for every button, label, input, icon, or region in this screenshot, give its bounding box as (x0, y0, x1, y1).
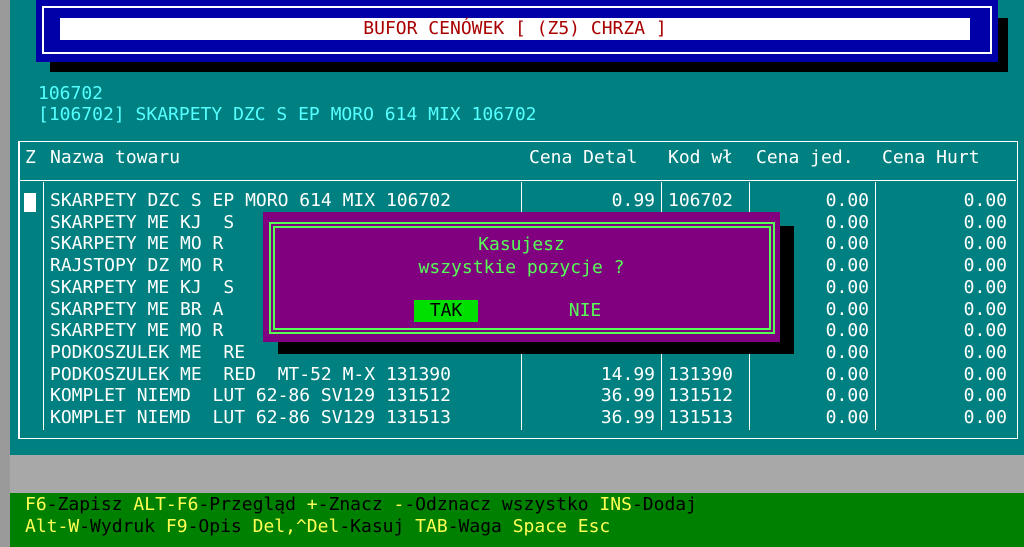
dialog-message-line2: wszystkie pozycje ? (418, 257, 625, 278)
hotkey-label: -Waga (447, 516, 513, 537)
cell-name: PODKOSZULEK ME RED MT-52 M-X 131390 (50, 363, 451, 385)
cell-wholesale-price: 0.00 (963, 298, 1007, 320)
no-button[interactable]: NIE (560, 300, 610, 322)
cell-wholesale-price: 0.00 (963, 276, 1007, 298)
cell-name: SKARPETY ME MO R (50, 233, 224, 255)
yes-button[interactable]: TAK (414, 300, 478, 322)
hotkey-label: -Wydruk (79, 516, 166, 537)
cell-retail-price: 0.99 (611, 190, 655, 211)
cell-name: SKARPETY ME KJ S (50, 211, 235, 233)
product-code: 106702 (38, 83, 104, 104)
col-header-code: Kod wł (668, 147, 734, 168)
cell-wholesale-price: 0.00 (963, 407, 1007, 428)
hotkey-label: -Kasuj (339, 516, 416, 537)
cell-wholesale-price: 0.00 (963, 363, 1007, 385)
hotkey-key[interactable]: F6 (25, 494, 47, 515)
cell-code: 106702 (668, 190, 734, 211)
cell-name: PODKOSZULEK ME RE (50, 341, 246, 363)
window-edge (0, 0, 10, 547)
cell-name: KOMPLET NIEMD LUT 62-86 SV129 131512 (50, 385, 451, 407)
cell-unit-price: 0.00 (825, 363, 869, 385)
cell-name: SKARPETY ME BR A (50, 298, 224, 320)
hotkey-key[interactable]: + (307, 494, 318, 515)
col-header-wholesale-price: Cena Hurt (882, 147, 980, 168)
cell-wholesale-price: 0.00 (963, 233, 1007, 255)
hotkey-label: -Zapisz (46, 494, 134, 515)
hotkey-key[interactable]: ALT-F6 (133, 494, 198, 515)
separator-band (10, 455, 1024, 495)
hotkey-line-2: Alt-W-Wydruk F9-Opis Del,^Del-Kasuj TAB-… (25, 516, 610, 538)
hotkey-label: -Opis (187, 516, 253, 537)
cell-wholesale-price: 0.00 (963, 211, 1007, 233)
cell-wholesale-price: 0.00 (963, 385, 1007, 407)
cell-name: SKARPETY ME KJ S (50, 276, 235, 298)
hotkey-key[interactable]: - (394, 494, 405, 515)
cell-retail-price: 36.99 (600, 385, 655, 407)
hotkey-key[interactable]: Del,^Del (253, 516, 340, 537)
cell-unit-price: 0.00 (825, 190, 869, 211)
cell-unit-price: 0.00 (825, 407, 869, 428)
hotkey-key[interactable]: TAB (415, 516, 448, 537)
cell-name: KOMPLET NIEMD LUT 62-86 SV129 131513 (50, 407, 451, 428)
cell-unit-price: 0.00 (825, 385, 869, 407)
hotkey-key[interactable]: Alt-W (25, 516, 79, 537)
hotkey-key[interactable]: Space Esc (513, 516, 611, 537)
hotkey-label: -Dodaj (631, 494, 697, 515)
cell-code: 131513 (668, 407, 734, 428)
dialog-message-line1: Kasujesz (478, 234, 565, 255)
cell-name: RAJSTOPY DZ MO R (50, 255, 224, 277)
header-divider (20, 180, 1016, 181)
hotkey-label: -Znacz (317, 494, 394, 515)
cell-code: 131390 (668, 363, 734, 385)
cell-name: SKARPETY DZC S EP MORO 614 MIX 106702 (50, 190, 451, 211)
cell-wholesale-price: 0.00 (963, 190, 1007, 211)
col-header-retail-price: Cena Detal (529, 147, 638, 168)
cell-retail-price: 36.99 (600, 407, 655, 428)
cell-name: SKARPETY ME MO R (50, 320, 224, 342)
hotkey-label: -Przegląd (198, 494, 307, 515)
col-header-z: Z (25, 147, 36, 168)
col-header-unit-price: Cena jed. (756, 147, 854, 168)
cell-code: 131512 (668, 385, 734, 407)
cell-wholesale-price: 0.00 (963, 320, 1007, 342)
cell-retail-price: 14.99 (600, 363, 655, 385)
selected-product: [106702] SKARPETY DZC S EP MORO 614 MIX … (38, 104, 537, 125)
page-title: BUFOR CENÓWEK [ (Z5) CHRZA ] (60, 18, 970, 40)
hotkey-key[interactable]: F9 (166, 516, 188, 537)
cell-wholesale-price: 0.00 (963, 255, 1007, 277)
hotkey-line-1: F6-Zapisz ALT-F6-Przegląd +-Znacz --Odzn… (25, 494, 697, 516)
cell-wholesale-price: 0.00 (963, 341, 1007, 363)
col-header-name: Nazwa towaru (50, 147, 181, 168)
hotkey-key[interactable]: INS (599, 494, 632, 515)
hotkey-label: -Odznacz wszystko (404, 494, 600, 515)
